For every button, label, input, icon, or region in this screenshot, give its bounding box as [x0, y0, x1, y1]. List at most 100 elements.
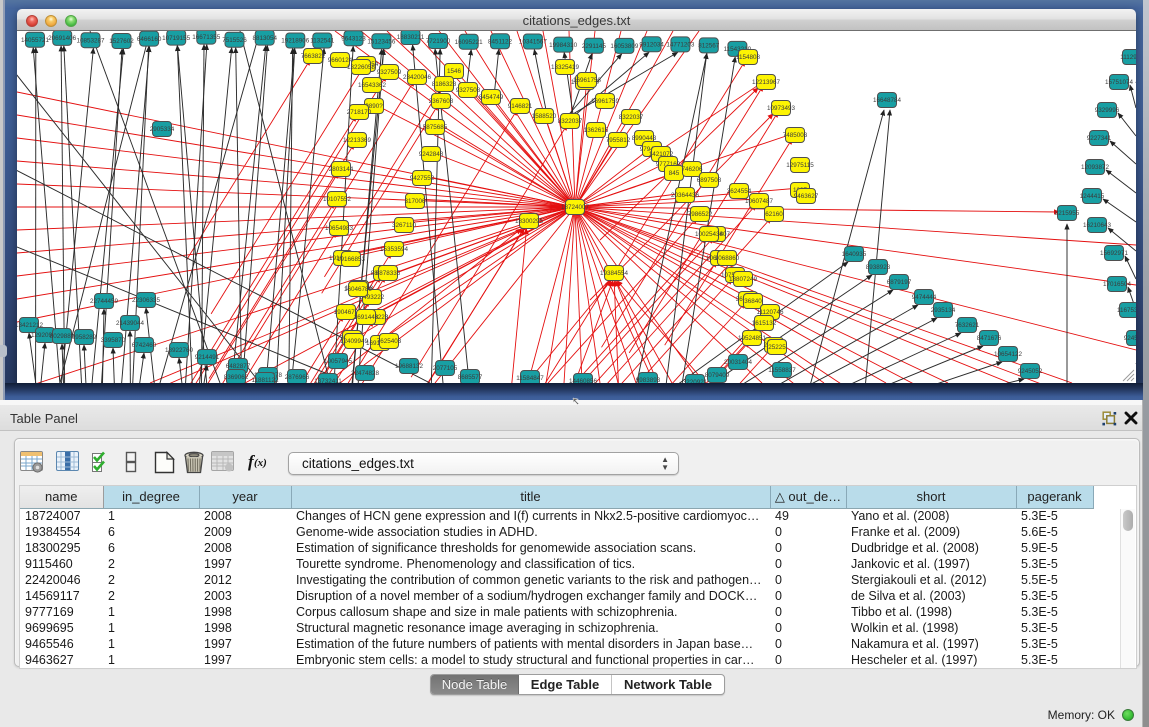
svg-text:9912034: 9912034 — [639, 42, 664, 49]
svg-text:13226058: 13226058 — [347, 64, 376, 71]
svg-text:12409949: 12409949 — [340, 338, 369, 345]
svg-text:7625403: 7625403 — [377, 338, 402, 345]
svg-text:16053809: 16053809 — [610, 43, 639, 50]
svg-text:18300295: 18300295 — [515, 218, 544, 225]
svg-text:9327508: 9327508 — [456, 87, 481, 94]
svg-text:15123456: 15123456 — [367, 39, 396, 46]
svg-text:19524851: 19524851 — [738, 335, 767, 342]
svg-text:1527602: 1527602 — [109, 38, 134, 45]
svg-text:16095221: 16095221 — [455, 39, 484, 46]
svg-text:13325419: 13325419 — [551, 64, 580, 71]
svg-text:16046789: 16046789 — [344, 286, 373, 293]
svg-text:8471676: 8471676 — [977, 335, 1002, 342]
svg-text:6879197: 6879197 — [887, 279, 912, 286]
svg-text:9474444: 9474444 — [912, 294, 937, 301]
svg-text:16210643: 16210643 — [1083, 222, 1112, 229]
svg-text:9463627: 9463627 — [794, 193, 819, 200]
svg-text:36840: 36840 — [744, 298, 762, 305]
svg-text:8369062: 8369062 — [224, 374, 249, 381]
svg-text:6466160: 6466160 — [137, 36, 162, 43]
svg-text:9214491: 9214491 — [195, 354, 220, 361]
svg-text:3267110: 3267110 — [392, 222, 417, 229]
svg-text:20031404: 20031404 — [724, 359, 753, 366]
svg-text:7663822: 7663822 — [301, 53, 326, 60]
svg-text:8813054: 8813054 — [252, 35, 277, 42]
svg-text:8685577: 8685577 — [458, 374, 483, 381]
svg-text:9245052: 9245052 — [1018, 368, 1043, 375]
svg-text:18724007: 18724007 — [561, 204, 590, 211]
svg-text:10853287: 10853287 — [76, 37, 105, 44]
svg-text:14771203: 14771203 — [666, 42, 695, 49]
svg-text:15353594: 15353594 — [380, 246, 409, 253]
svg-text:8454749: 8454749 — [479, 94, 504, 101]
svg-text:19384554: 19384554 — [600, 270, 629, 277]
svg-text:9327509: 9327509 — [377, 69, 402, 76]
svg-text:1068860: 1068860 — [715, 255, 740, 262]
svg-text:746206: 746206 — [681, 166, 703, 173]
svg-text:11558837: 11558837 — [768, 367, 796, 374]
svg-text:7955812: 7955812 — [606, 137, 631, 144]
svg-text:9958289: 9958289 — [72, 334, 97, 341]
svg-text:7986522: 7986522 — [688, 211, 713, 218]
svg-text:8322037: 8322037 — [619, 114, 644, 121]
svg-text:17016504: 17016504 — [1103, 281, 1132, 288]
svg-text:12213369: 12213369 — [343, 137, 372, 144]
svg-text:9242848: 9242848 — [419, 151, 444, 158]
svg-text:812567: 812567 — [698, 43, 720, 50]
svg-text:2367608: 2367608 — [429, 98, 454, 105]
svg-text:7632621: 7632621 — [955, 322, 980, 329]
svg-text:22744459: 22744459 — [90, 298, 119, 305]
svg-text:62160: 62160 — [765, 211, 783, 218]
svg-text:22474828: 22474828 — [351, 370, 380, 377]
svg-text:2077105: 2077105 — [433, 365, 458, 372]
svg-text:1546: 1546 — [447, 68, 462, 75]
svg-text:22306335: 22306335 — [132, 297, 161, 304]
svg-text:10057945: 10057945 — [324, 358, 353, 365]
svg-text:8215955: 8215955 — [1055, 210, 1080, 217]
svg-text:9329996: 9329996 — [1095, 107, 1120, 114]
svg-text:1362615: 1362615 — [584, 127, 609, 134]
svg-text:10719155: 10719155 — [162, 35, 191, 42]
svg-text:5875685: 5875685 — [423, 124, 448, 131]
svg-text:15692971: 15692971 — [1100, 250, 1129, 257]
svg-text:3395870: 3395870 — [101, 337, 126, 344]
svg-text:11584847: 11584847 — [516, 375, 544, 382]
svg-text:19218906: 19218906 — [281, 38, 310, 45]
svg-text:12213967: 12213967 — [752, 79, 781, 86]
svg-text:317006: 317006 — [404, 198, 426, 205]
svg-text:1154808: 1154808 — [736, 54, 761, 61]
svg-text:7721900: 7721900 — [426, 38, 451, 45]
svg-text:1691448: 1691448 — [354, 314, 379, 321]
svg-text:10973493: 10973493 — [767, 105, 796, 112]
svg-text:3624554: 3624554 — [727, 188, 752, 195]
svg-text:8878335: 8878335 — [376, 270, 401, 277]
svg-text:19166853: 19166853 — [337, 256, 366, 263]
svg-text:18830211: 18830211 — [397, 34, 425, 41]
svg-text:18922760: 18922760 — [165, 347, 194, 354]
svg-text:845: 845 — [669, 170, 680, 177]
svg-text:6742460: 6742460 — [132, 342, 157, 349]
svg-text:1615132: 1615132 — [752, 320, 777, 327]
svg-text:16671355: 16671355 — [192, 34, 221, 41]
svg-text:1588520: 1588520 — [532, 113, 557, 120]
svg-text:16543362: 16543362 — [358, 82, 387, 89]
svg-text:9643123: 9643123 — [341, 35, 366, 42]
svg-text:1244415: 1244415 — [1080, 193, 1105, 200]
svg-text:15751074: 15751074 — [1105, 79, 1134, 86]
svg-text:9227341: 9227341 — [1087, 135, 1112, 142]
svg-text:2291145: 2291145 — [582, 43, 607, 50]
svg-text:1112974: 1112974 — [1120, 54, 1136, 61]
svg-text:10654122: 10654122 — [994, 351, 1023, 358]
svg-text:8451122: 8451122 — [488, 39, 513, 46]
svg-text:10654983: 10654983 — [325, 225, 354, 232]
svg-text:6897508: 6897508 — [697, 177, 722, 184]
svg-text:2935134: 2935134 — [931, 307, 956, 314]
svg-text:2718170: 2718170 — [347, 109, 372, 116]
svg-text:1640935: 1640935 — [842, 251, 867, 258]
svg-text:12975115: 12975115 — [786, 162, 814, 169]
svg-text:8938923: 8938923 — [866, 264, 891, 271]
svg-text:19688132: 19688132 — [395, 363, 424, 370]
svg-text:8079409: 8079409 — [705, 372, 730, 379]
svg-text:9427552: 9427552 — [410, 175, 435, 182]
svg-text:7515526: 7515526 — [222, 37, 247, 44]
